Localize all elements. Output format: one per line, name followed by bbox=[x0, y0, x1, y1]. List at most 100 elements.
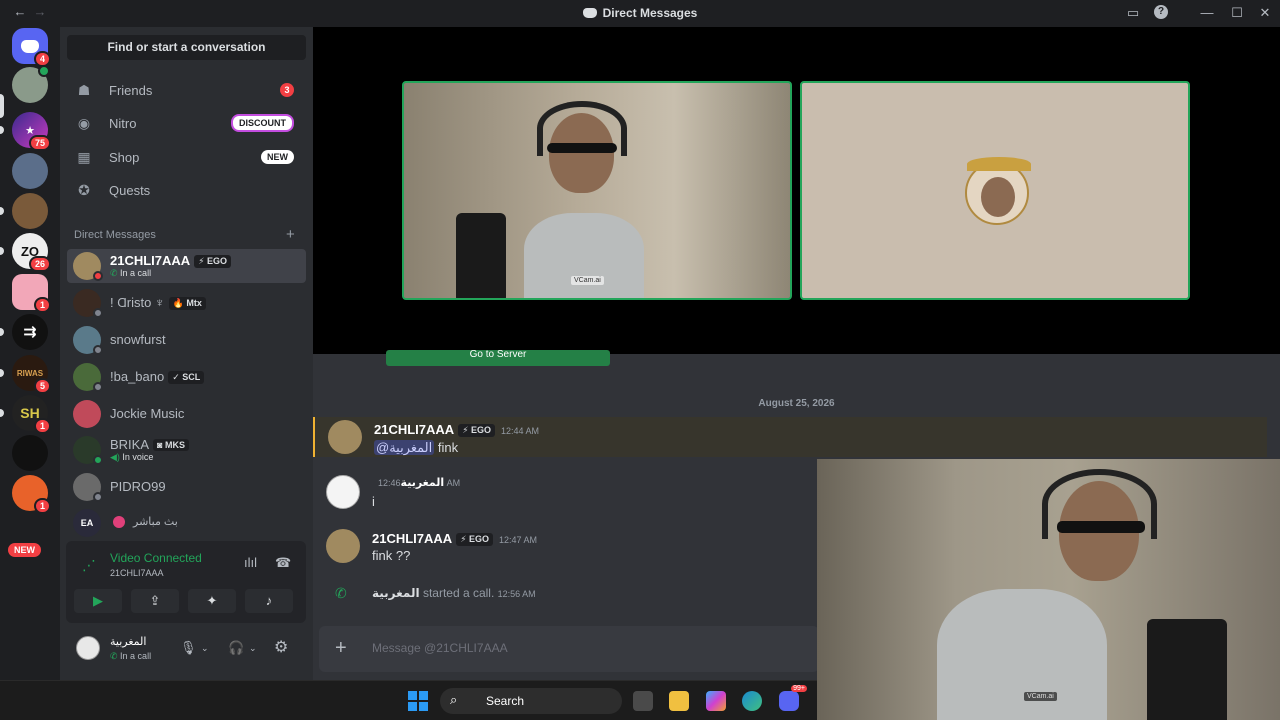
new-tag: NEW bbox=[261, 150, 294, 164]
window-title-text: Direct Messages bbox=[602, 6, 698, 20]
video-tile-self-avatar[interactable] bbox=[800, 81, 1190, 300]
nav-friends[interactable]: ☗ Friends 3 bbox=[67, 75, 306, 105]
message-author[interactable]: 21CHLI7AAA ⚡ EGO 12:44 AM bbox=[374, 422, 539, 437]
add-attachment-icon[interactable]: + bbox=[335, 637, 347, 660]
discord-taskbar-icon[interactable]: 99+ bbox=[779, 685, 807, 711]
status-dot bbox=[93, 271, 103, 281]
live-icon bbox=[113, 516, 125, 528]
server-avatar-3[interactable] bbox=[12, 153, 48, 189]
video-tile-remote[interactable]: VCam.ai bbox=[402, 81, 792, 300]
task-view-icon[interactable] bbox=[633, 691, 653, 711]
message-input[interactable]: Message @21CHLI7AAA bbox=[372, 641, 508, 655]
activity-button[interactable]: ✦ bbox=[188, 589, 236, 613]
dm-item[interactable]: ! Ɑristo ♆ 🔥 Mtx bbox=[67, 286, 306, 320]
dm-item[interactable]: snowfurst bbox=[67, 323, 306, 357]
server-zo[interactable]: ZO 26 bbox=[12, 233, 51, 272]
server-sh[interactable]: SH 1 bbox=[12, 395, 51, 434]
server-red-bird[interactable]: 1 bbox=[12, 475, 51, 514]
windows-start-icon[interactable] bbox=[408, 691, 428, 711]
message-text: i bbox=[372, 494, 375, 509]
mention[interactable]: @المغربية bbox=[374, 440, 435, 455]
dm-item[interactable]: BRIKA ◙ MKS ◀) In voice bbox=[67, 433, 306, 467]
server-pill bbox=[0, 126, 4, 134]
disconnect-icon[interactable]: ☎ bbox=[275, 555, 291, 571]
message-author[interactable]: المغربية12:46 AM bbox=[372, 476, 460, 489]
server-avatar-1[interactable] bbox=[12, 65, 50, 103]
chevron-down-icon[interactable]: ⌄ bbox=[249, 643, 257, 654]
unread-badge: 26 bbox=[28, 256, 51, 272]
signal-icon[interactable]: ⋰ bbox=[82, 557, 96, 574]
user-avatar[interactable] bbox=[76, 636, 100, 660]
server-avatar-4[interactable] bbox=[12, 193, 48, 229]
screen-share-button[interactable]: ⇪ bbox=[131, 589, 179, 613]
dm-item[interactable]: Jockie Music bbox=[67, 397, 306, 431]
taskbar-search[interactable]: ⌕ Search bbox=[440, 688, 622, 714]
copilot-icon[interactable] bbox=[706, 691, 726, 711]
quests-icon: ✪ bbox=[78, 181, 90, 198]
dm-item[interactable]: PIDRO99 bbox=[67, 470, 306, 504]
close-button[interactable]: ✕ bbox=[1257, 5, 1273, 21]
message-text: fink bbox=[437, 440, 459, 455]
maximize-button[interactable]: ☐ bbox=[1229, 5, 1245, 21]
status-dot bbox=[93, 308, 103, 318]
dm-name: !ba_bano ✓ SCL bbox=[110, 369, 205, 384]
dm-name: snowfurst bbox=[110, 332, 166, 347]
message-time: 12:47 AM bbox=[499, 535, 538, 545]
user-name: المغربية bbox=[110, 636, 147, 648]
create-dm-plus-icon[interactable]: + bbox=[286, 226, 295, 243]
dm-name-text: !ba_bano bbox=[110, 369, 165, 384]
chevron-down-icon[interactable]: ⌄ bbox=[201, 643, 209, 654]
minimize-button[interactable]: — bbox=[1199, 5, 1215, 20]
user-status: ✆ In a call bbox=[110, 651, 151, 662]
call-author[interactable]: المغربية bbox=[372, 586, 420, 600]
guild-tag: ⚡ EGO bbox=[456, 533, 494, 546]
call-text: started a call. bbox=[422, 586, 495, 600]
camera-button[interactable]: ▶ bbox=[74, 589, 122, 613]
message-composer[interactable]: + Message @21CHLI7AAA bbox=[319, 626, 819, 672]
message-text: fink ?? bbox=[372, 548, 411, 563]
file-explorer-icon[interactable] bbox=[669, 691, 689, 711]
unread-badge: 1 bbox=[33, 498, 51, 514]
windows-taskbar: ⌕ Search 99+ bbox=[0, 680, 817, 720]
discord-home-icon[interactable]: 4 bbox=[12, 28, 51, 67]
dm-item[interactable]: EA بث مباشر bbox=[67, 506, 306, 540]
soundboard-button[interactable]: ♪ bbox=[245, 589, 293, 613]
server-list: 4 ★ 75 ZO 26 1 ⇉ RIWAS 5 SH 1 1 NEW bbox=[0, 27, 60, 680]
message-author[interactable]: 21CHLI7AAA ⚡ EGO 12:47 AM bbox=[372, 531, 537, 546]
dm-item[interactable]: 21CHLI7AAA ⚡ EGO ✆ In a call bbox=[67, 249, 306, 283]
noise-suppression-icon[interactable]: ılıl bbox=[244, 555, 257, 570]
edge-browser-icon[interactable] bbox=[742, 691, 762, 711]
nav-shop[interactable]: ▦ Shop NEW bbox=[67, 142, 306, 172]
gear-icon[interactable]: ⚙ bbox=[274, 637, 288, 657]
headphones-icon[interactable]: 🎧 bbox=[228, 640, 244, 656]
message-avatar[interactable] bbox=[328, 420, 362, 454]
call-area: VCam.ai bbox=[313, 27, 1280, 354]
nitro-icon: ◉ bbox=[77, 114, 91, 131]
server-dark[interactable] bbox=[12, 435, 48, 471]
server-pill bbox=[0, 328, 4, 336]
call-system-message: المغربية started a call. 12:56 AM bbox=[372, 586, 536, 600]
microphone-icon[interactable]: 🎙 bbox=[180, 640, 197, 656]
sunglasses-shape bbox=[547, 143, 617, 153]
vcam-watermark: VCam.ai bbox=[571, 276, 604, 285]
dm-name: 21CHLI7AAA ⚡ EGO bbox=[110, 253, 232, 268]
go-to-server-button[interactable]: Go to Server bbox=[386, 350, 610, 366]
server-pink[interactable]: 1 bbox=[12, 274, 51, 313]
nav-nitro[interactable]: ◉ Nitro DISCOUNT bbox=[67, 108, 306, 138]
server-arrow[interactable]: ⇉ bbox=[12, 314, 48, 350]
help-icon[interactable]: ? bbox=[1154, 5, 1168, 19]
dm-name: بث مباشر bbox=[133, 516, 178, 528]
voice-status[interactable]: Video Connected bbox=[110, 551, 202, 565]
find-conversation-button[interactable]: Find or start a conversation bbox=[67, 35, 306, 60]
nav-quests[interactable]: ✪ Quests bbox=[67, 175, 306, 205]
inbox-icon[interactable]: ▭ bbox=[1125, 5, 1141, 21]
message-avatar[interactable] bbox=[326, 475, 360, 509]
voice-channel: 21CHLI7AAA bbox=[110, 568, 164, 578]
server-pill bbox=[0, 94, 4, 118]
dm-item[interactable]: !ba_bano ✓ SCL bbox=[67, 360, 306, 394]
message-avatar[interactable] bbox=[326, 529, 360, 563]
server-star[interactable]: ★ 75 bbox=[12, 112, 51, 151]
server-riwas[interactable]: RIWAS 5 bbox=[12, 355, 51, 394]
camera-self-view: VCam.ai bbox=[817, 459, 1280, 720]
unread-badge: 99+ bbox=[791, 685, 807, 692]
